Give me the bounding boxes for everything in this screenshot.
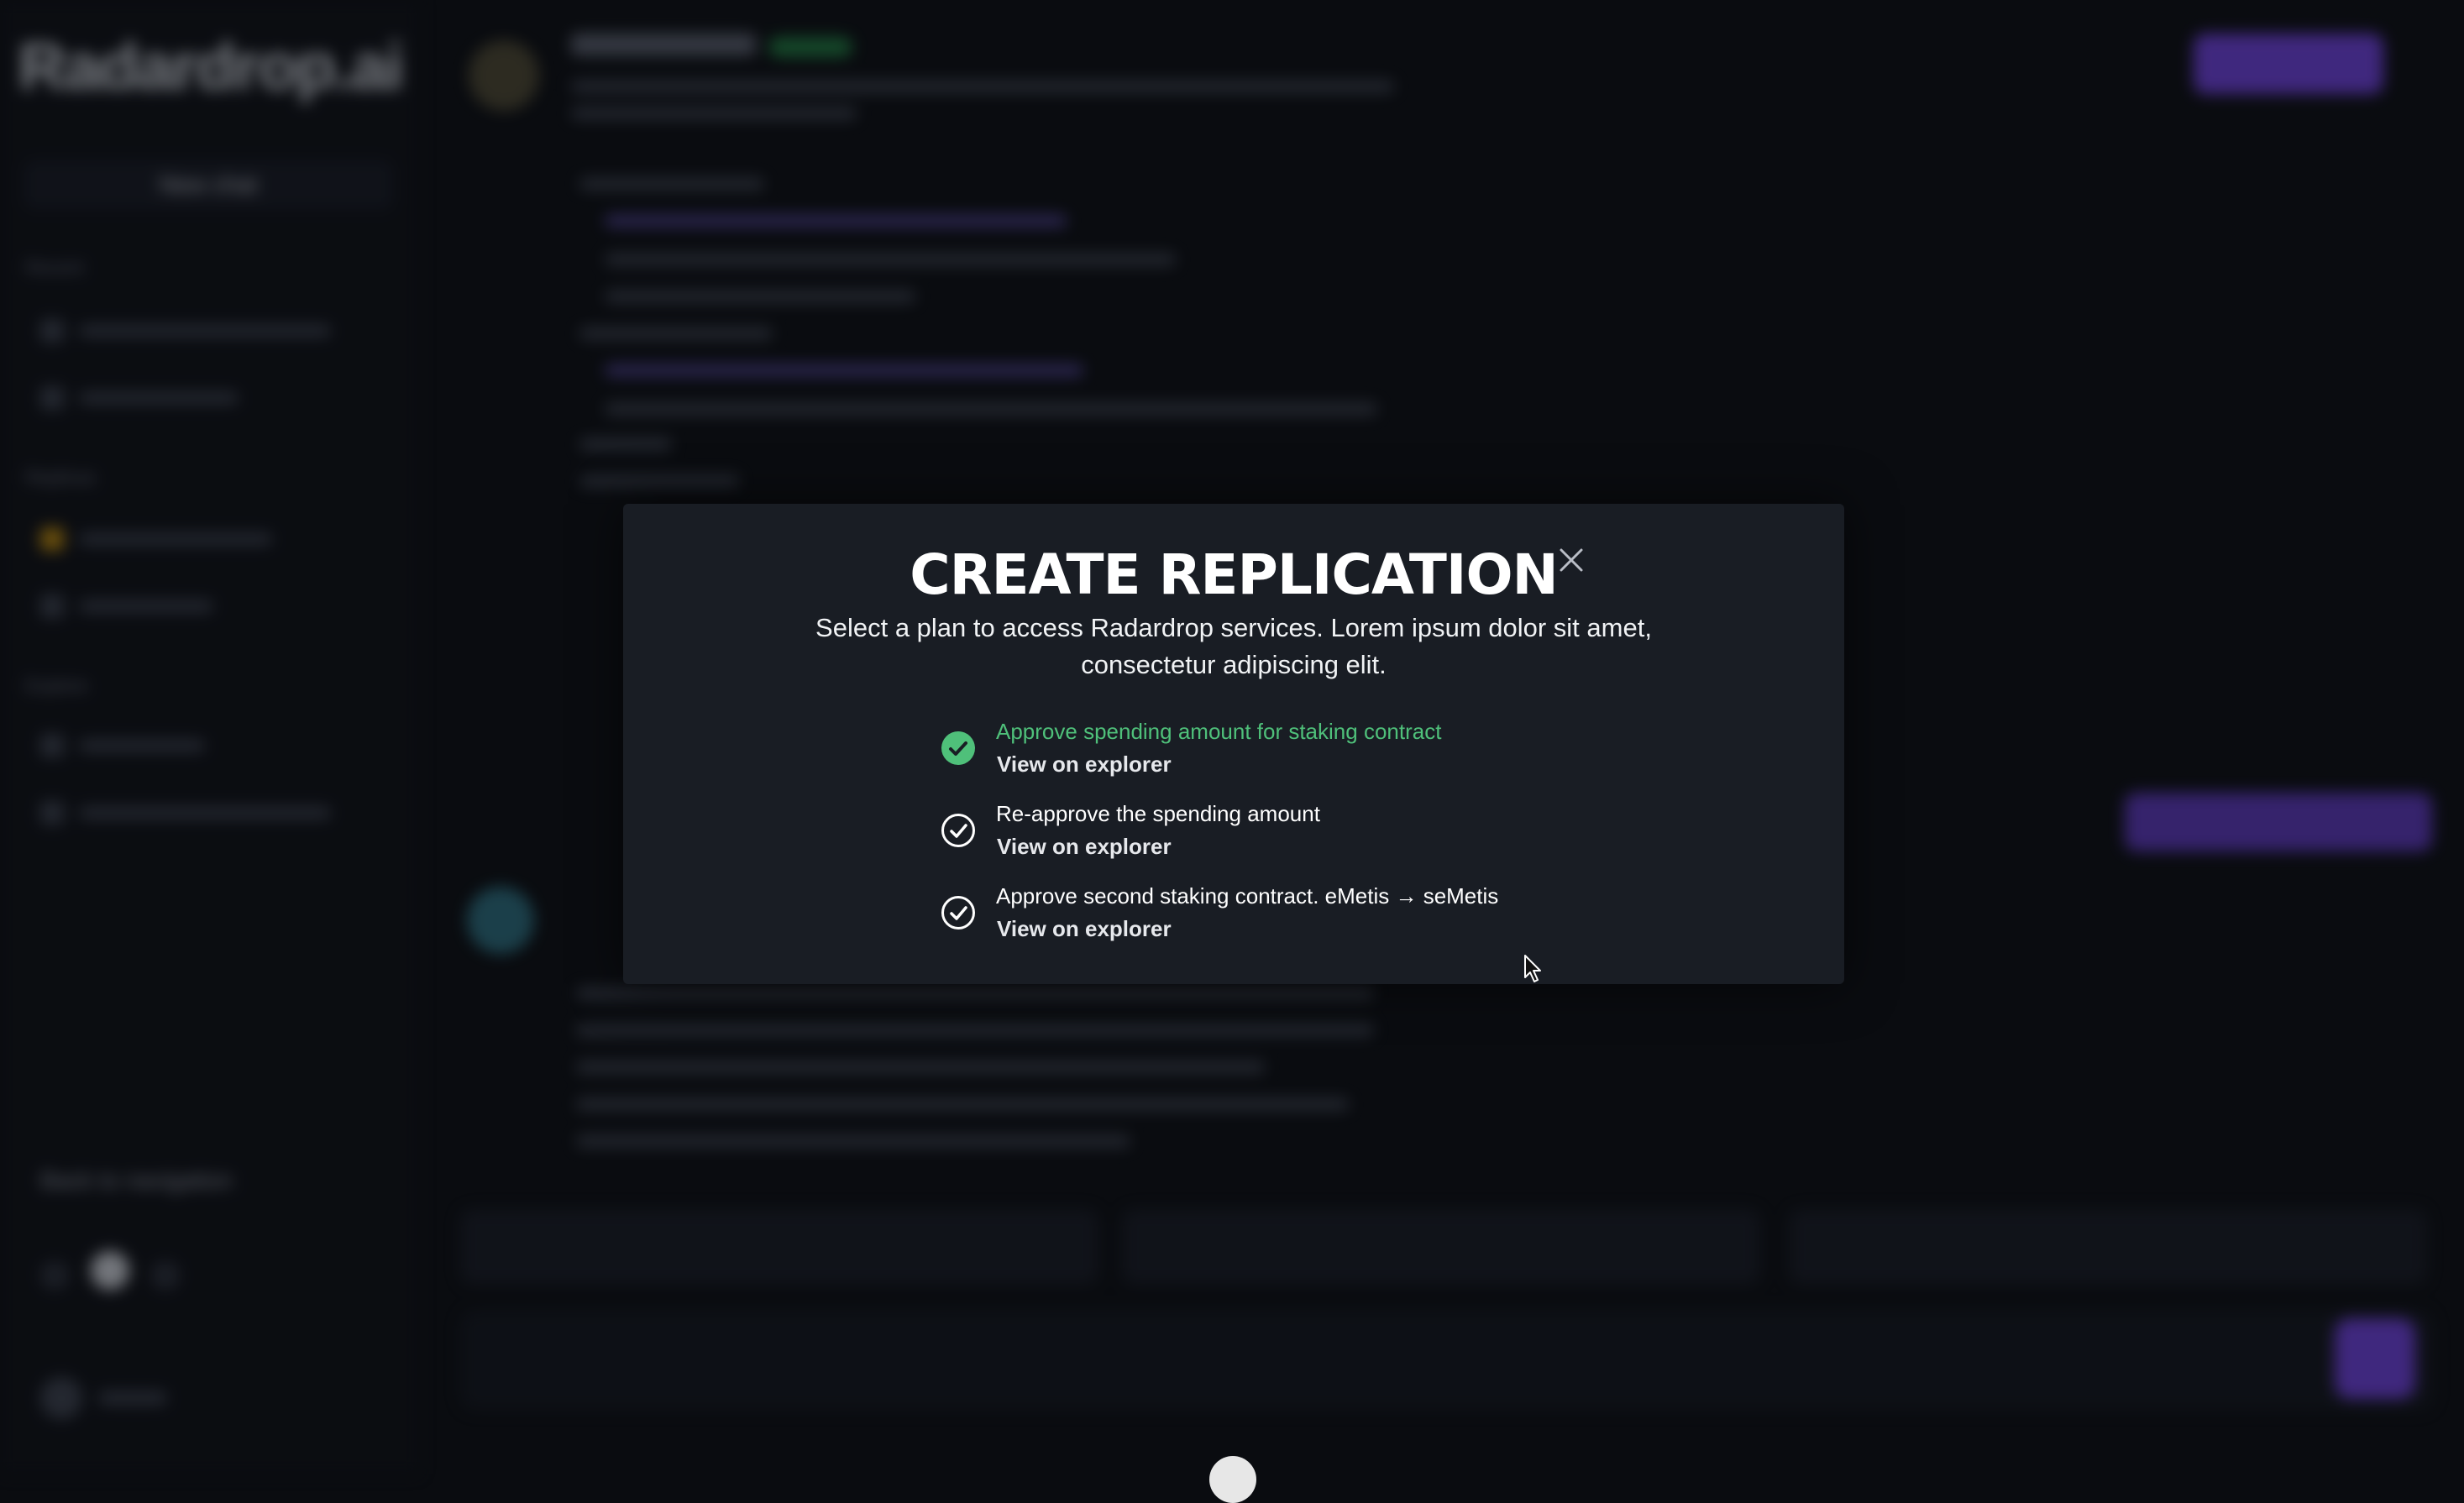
suggestion-chip[interactable] (460, 1209, 1098, 1285)
sidebar: Radardrop.ai New chat Recent Replicas Ex… (0, 0, 420, 1474)
view-on-explorer-link[interactable]: View on explorer (997, 834, 1172, 860)
replica-icon (40, 527, 64, 551)
check-circle-outline-icon (941, 895, 976, 930)
step-item: Re-approve the spending amount View on e… (941, 801, 1696, 883)
chat-icon (40, 386, 64, 410)
avatar (469, 40, 539, 111)
status-badge (768, 37, 852, 57)
action-button[interactable] (2125, 793, 2432, 851)
user-profile[interactable] (40, 1377, 166, 1419)
steps-list: Approve spending amount for staking cont… (941, 719, 1696, 966)
explore-icon (40, 734, 64, 757)
suggestion-chip[interactable] (1122, 1209, 1760, 1285)
step-label: Re-approve the spending amount (996, 801, 1320, 827)
chat-icon (40, 319, 64, 343)
sidebar-item[interactable] (40, 517, 272, 558)
theme-switcher[interactable] (40, 1251, 202, 1294)
close-icon[interactable] (1557, 546, 1586, 574)
avatar (40, 1377, 82, 1419)
step-item: Approve spending amount for staking cont… (941, 719, 1696, 801)
sidebar-item[interactable] (40, 791, 331, 831)
new-chat-button[interactable]: New chat (24, 160, 393, 210)
sidebar-item[interactable] (40, 724, 205, 764)
explore-icon (40, 801, 64, 825)
send-button[interactable] (2335, 1318, 2415, 1399)
modal-title: CREATE REPLICATION (623, 542, 1844, 607)
modal-subtitle: Select a plan to access Radardrop servic… (799, 610, 1668, 683)
check-circle-outline-icon (941, 813, 976, 848)
step-item: Approve second staking contract. eMetis … (941, 883, 1696, 966)
suggestion-chip[interactable] (1789, 1209, 2427, 1285)
replica-icon (40, 594, 64, 618)
scroll-down-button[interactable] (1209, 1456, 1256, 1503)
replica-name (571, 34, 756, 55)
create-replication-modal: CREATE REPLICATION Select a plan to acce… (623, 504, 1844, 984)
avatar (467, 887, 534, 954)
message-input[interactable] (460, 1310, 2434, 1411)
view-on-explorer-link[interactable]: View on explorer (997, 752, 1172, 778)
check-circle-filled-icon (941, 731, 976, 766)
step-label: Approve second staking contract. eMetis … (996, 883, 1498, 909)
upgrade-button[interactable] (2194, 34, 2383, 94)
sidebar-section-label: Recent (25, 257, 84, 279)
step-label: Approve spending amount for staking cont… (996, 719, 1441, 745)
sidebar-section-label: Explore (25, 675, 88, 697)
mouse-cursor-icon (1523, 954, 1545, 984)
back-to-navigation-link[interactable]: Back to navigation (40, 1167, 233, 1194)
sidebar-section-label: Replicas (25, 467, 96, 489)
sidebar-item[interactable] (40, 584, 213, 625)
brand-logo: Radardrop.ai (18, 29, 402, 105)
view-on-explorer-link[interactable]: View on explorer (997, 916, 1172, 942)
sidebar-item[interactable] (40, 376, 239, 416)
sidebar-item[interactable] (40, 309, 331, 349)
